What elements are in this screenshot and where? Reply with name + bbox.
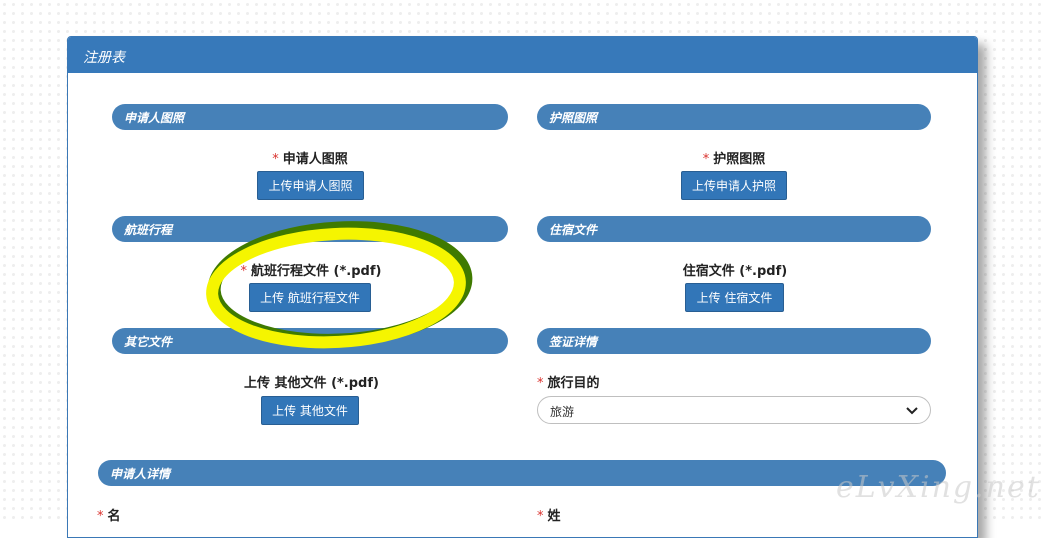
applicant-photo-label: * 申请人图照 [272,152,348,167]
required-mark: * [537,376,544,391]
upload-accommodation-button[interactable]: 上传 住宿文件 [685,283,784,312]
section-title: 护照图照 [549,111,598,125]
travel-purpose-label: * 旅行目的 [537,376,600,391]
last-name-label: * 姓 [537,509,561,524]
upload-passport-button[interactable]: 上传申请人护照 [681,171,787,200]
section-title: 航班行程 [124,223,173,237]
section-passport-photo: 护照图照 [537,104,931,130]
accommodation-file-label: 住宿文件 (*.pdf) [682,264,788,279]
upload-other-button[interactable]: 上传 其他文件 [261,396,359,425]
travel-purpose-select[interactable]: 旅游 [537,396,931,424]
section-applicant-photo: 申请人图照 [112,104,508,130]
watermark: eLvXing.net [836,470,1041,505]
section-title: 申请人详情 [110,467,171,481]
other-file-label: 上传 其他文件 (*.pdf) [244,376,379,391]
required-mark: * [97,509,104,524]
form-title: 注册表 [83,50,125,66]
section-title: 住宿文件 [549,223,598,237]
section-title: 申请人图照 [124,111,185,125]
section-visa-details: 签证详情 [537,328,931,354]
section-applicant-details: 申请人详情 [98,460,946,486]
passport-photo-label: * 护照图照 [702,152,766,167]
selected-value: 旅游 [550,405,575,419]
section-title: 其它文件 [124,335,173,349]
section-accommodation: 住宿文件 [537,216,931,242]
panel-header: 注册表 [68,37,977,73]
highlight-circle-annotation [206,221,473,349]
section-title: 签证详情 [549,335,598,349]
required-mark: * [537,509,544,524]
required-mark: * [702,152,710,167]
first-name-label: * 名 [97,509,121,524]
upload-applicant-photo-button[interactable]: 上传申请人图照 [257,171,364,200]
required-mark: * [272,152,279,167]
chevron-down-icon [906,407,918,415]
